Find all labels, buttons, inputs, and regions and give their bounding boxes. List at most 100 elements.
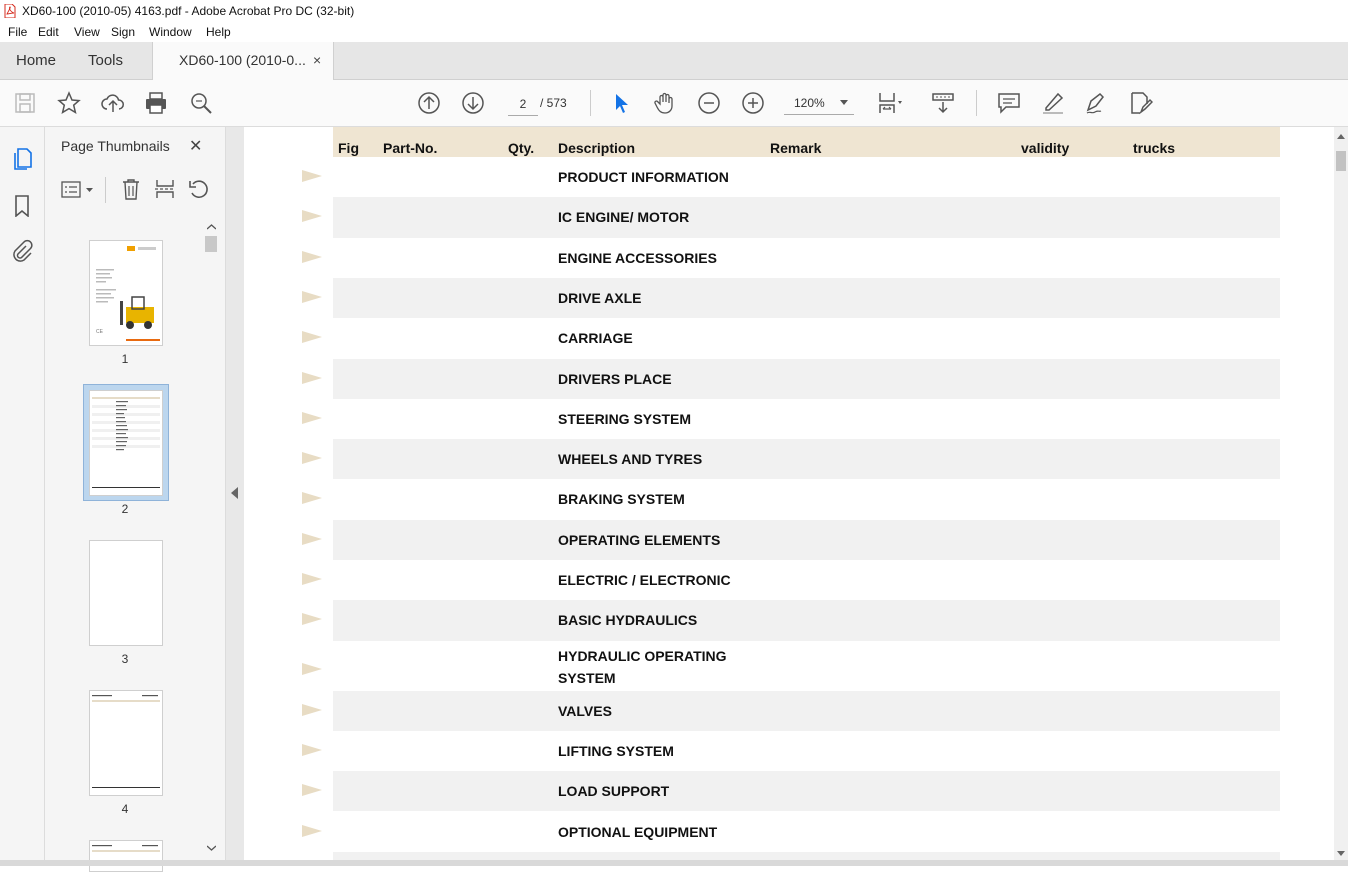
comment-icon[interactable] [996,90,1022,116]
header-fig: Fig [338,140,359,156]
header-validity: validity [1021,140,1070,156]
row-description: ELECTRIC / ELECTRONIC [558,572,731,588]
row-description: VALVES [558,702,612,719]
table-row: CARRIAGE [302,318,1280,358]
row-description: OPTIONAL EQUIPMENT [558,823,718,840]
zoom-level-select[interactable]: 120% [784,92,854,115]
row-link-arrow-icon[interactable] [302,824,322,837]
menu-sign[interactable]: Sign [111,25,135,39]
row-link-arrow-icon[interactable] [302,210,322,223]
row-link-arrow-icon[interactable] [302,411,322,424]
row-link-arrow-icon[interactable] [302,662,322,675]
document-tab-label: XD60-100 (2010-0... [179,52,306,68]
scroll-down-icon[interactable] [1337,851,1345,857]
row-link-arrow-icon[interactable] [302,331,322,344]
row-link-arrow-icon[interactable] [302,743,322,756]
menu-file[interactable]: File [8,25,27,39]
page-preview [92,845,160,852]
row-link-arrow-icon[interactable] [302,250,322,263]
tab-bar: Home Tools XD60-100 (2010-0... × [0,42,1348,80]
hand-tool-icon[interactable] [652,90,678,116]
menu-view[interactable]: View [74,25,100,39]
page-number-input[interactable] [508,93,538,116]
next-page-icon[interactable] [460,90,486,116]
tab-home[interactable]: Home [16,42,56,79]
row-link-arrow-icon[interactable] [302,532,322,545]
tab-tools[interactable]: Tools [88,42,123,79]
navigation-rail [0,127,45,866]
row-link-arrow-icon[interactable] [302,573,322,585]
cover-page-preview: CE [96,246,160,341]
bookmark-icon[interactable] [14,195,30,217]
print-icon[interactable] [143,90,169,116]
sign-pen-icon[interactable] [1083,90,1109,116]
highlight-pen-icon[interactable] [1040,90,1066,116]
toolbar-divider [976,90,977,116]
page-thumbnail-2[interactable] [89,390,163,496]
thumbnail-options-icon[interactable] [61,181,95,199]
thumbnail-scrollbar[interactable] [203,222,219,857]
scrollbar-thumb[interactable] [205,236,217,252]
zoom-out-icon[interactable] [696,90,722,116]
close-tab-icon[interactable]: × [313,42,321,79]
table-row: LOAD SUPPORT [302,771,1280,812]
page-thumbnail-3[interactable] [89,540,163,646]
table-row: IC ENGINE/ MOTOR [302,197,1280,238]
scroll-down-icon[interactable] [207,845,216,851]
table-row: PRODUCT INFORMATION [302,157,1280,197]
scroll-up-icon[interactable] [1337,133,1345,139]
tab-document[interactable]: XD60-100 (2010-0... × [152,42,334,80]
page-thumbnail-4[interactable] [89,690,163,796]
delete-page-icon[interactable] [121,178,141,200]
previous-page-icon[interactable] [416,90,442,116]
table-row: DRIVE AXLE [302,277,1280,319]
menu-window[interactable]: Window [149,25,192,39]
table-row: BRAKING SYSTEM [302,479,1280,519]
save-icon[interactable] [12,90,38,116]
row-link-arrow-icon[interactable] [302,371,322,384]
attachment-icon[interactable] [11,239,33,263]
collapse-panel-icon[interactable] [231,487,239,499]
row-description: PRODUCT INFORMATION [558,169,729,185]
menu-edit[interactable]: Edit [38,25,59,39]
select-cursor-icon[interactable] [608,90,634,116]
table-row: DRIVERS PLACE [302,358,1280,399]
scroll-up-icon[interactable] [207,224,216,230]
row-description: DRIVE AXLE [558,289,642,306]
menu-bar: File Edit View Sign Window Help [0,22,1348,42]
fit-page-icon[interactable] [876,90,902,116]
row-description: BASIC HYDRAULICS [558,612,698,629]
header-remark: Remark [770,140,822,156]
scrolling-mode-icon[interactable] [930,90,956,116]
page-thumbnail-1[interactable]: CE [89,240,163,346]
scrollbar-thumb[interactable] [1336,151,1346,171]
row-description: WHEELS AND TYRES [558,451,703,468]
row-description: IC ENGINE/ MOTOR [558,209,690,226]
page-thumbnails-icon[interactable] [12,147,34,171]
star-icon[interactable] [56,90,82,116]
panel-collapse-strip[interactable] [226,127,244,866]
edit-document-icon[interactable] [1127,90,1154,116]
menu-help[interactable]: Help [206,25,231,39]
page-thumbnail-5[interactable] [89,840,163,872]
document-view[interactable]: Fig Part-No. Qty. Description Remark val… [244,127,1334,866]
row-link-arrow-icon[interactable] [302,170,322,182]
row-link-arrow-icon[interactable] [302,492,322,505]
row-link-arrow-icon[interactable] [302,613,322,626]
panel-title: Page Thumbnails [61,138,170,154]
rotate-page-icon[interactable] [188,178,210,200]
row-link-arrow-icon[interactable] [302,290,322,303]
zoom-in-icon[interactable] [740,90,766,116]
zoom-search-icon[interactable] [188,90,214,116]
row-link-arrow-icon[interactable] [302,452,322,465]
document-scrollbar[interactable] [1334,127,1348,866]
extract-page-icon[interactable] [155,178,175,200]
row-link-arrow-icon[interactable] [302,703,322,716]
close-panel-icon[interactable]: ✕ [189,136,202,156]
page-thumbnails-panel: Page Thumbnails ✕ CE 1 2 3 4 [45,127,226,872]
cloud-upload-icon[interactable] [100,90,126,116]
zoom-level-value: 120% [794,96,825,110]
thumbnail-page-number: 1 [121,352,129,366]
header-description: Description [558,140,636,156]
row-link-arrow-icon[interactable] [302,784,322,797]
